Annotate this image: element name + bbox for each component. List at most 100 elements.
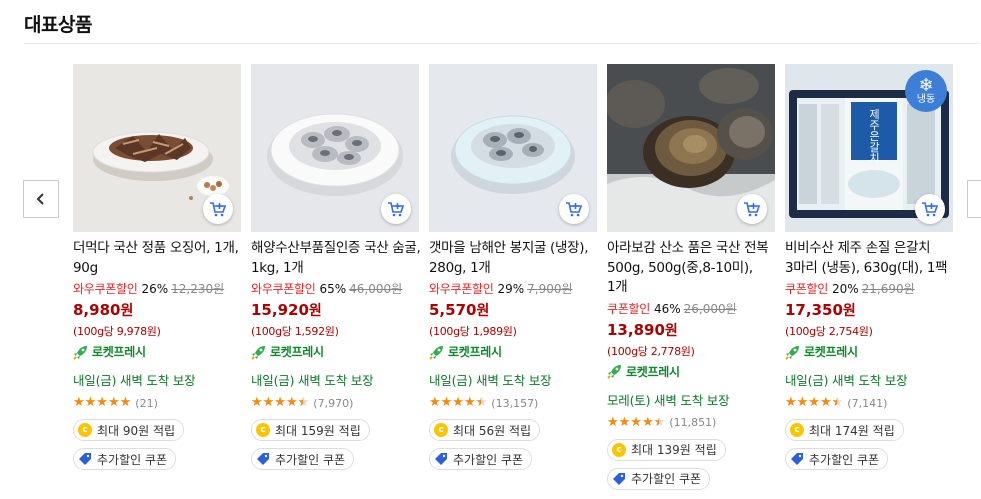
extra-coupon-button[interactable]: 추가할인 쿠폰 xyxy=(251,448,355,470)
discount-rate: 46% xyxy=(653,301,681,316)
extra-coupon-label: 추가할인 쿠폰 xyxy=(453,452,524,467)
product-card[interactable]: 더먹다 국산 정품 오징어, 1개, 90g 와우쿠폰할인 26% 12,230… xyxy=(73,64,243,470)
sale-price-row: 17,350원 xyxy=(785,300,955,320)
add-to-cart-button[interactable] xyxy=(559,194,589,224)
product-image[interactable] xyxy=(251,64,419,232)
extra-coupon-button[interactable]: 추가할인 쿠폰 xyxy=(785,448,889,470)
cart-plus-icon xyxy=(566,202,583,217)
rocket-icon xyxy=(785,345,799,360)
frozen-badge: ❄ 냉동 xyxy=(905,70,947,112)
unit-price: (100g당 2,778원) xyxy=(607,344,695,358)
rocket-icon xyxy=(73,345,87,360)
rocket-label: 로켓프레시 xyxy=(626,364,680,379)
section-divider xyxy=(24,43,979,44)
rocket-label: 로켓프레시 xyxy=(92,345,146,359)
rating-row: ★★★★★ ★★★★★ (13,157) xyxy=(429,396,599,410)
discount-rate: 26% xyxy=(141,282,169,296)
product-name[interactable]: 해양수산부품질인증 국산 숨굴, 1kg, 1개 xyxy=(251,239,421,278)
rocket-icon xyxy=(607,365,621,379)
sale-price: 5,570 xyxy=(429,301,477,319)
points-badge[interactable]: c 최대 174원 적립 xyxy=(785,419,904,441)
product-name[interactable]: 갯마을 남해안 봉지굴 (냉장), 280g, 1개 xyxy=(429,239,599,278)
coupon-tag-icon xyxy=(612,472,626,486)
product-card[interactable]: 해양수산부품질인증 국산 숨굴, 1kg, 1개 와우쿠폰할인 65% 46,0… xyxy=(251,64,421,470)
product-card[interactable]: 갯마을 남해안 봉지굴 (냉장), 280g, 1개 와우쿠폰할인 29% 7,… xyxy=(429,64,599,470)
section-title: 대표상품 xyxy=(24,14,92,36)
extra-coupon-button[interactable]: 추가할인 쿠폰 xyxy=(607,467,711,490)
currency-unit: 원 xyxy=(476,303,490,319)
coupon-label: 쿠폰할인 xyxy=(607,301,650,316)
currency-unit: 원 xyxy=(664,322,678,339)
carousel-next-button[interactable] xyxy=(967,180,981,218)
original-price: 46,000원 xyxy=(349,282,403,296)
review-count: (13,157) xyxy=(491,396,539,410)
star-rating: ★★★★★ ★★★★★ xyxy=(73,395,132,410)
rocket-label: 로켓프레시 xyxy=(448,345,502,359)
product-card[interactable]: 아라보감 산소 품은 국산 전복 500g, 500g(중,8-10미), 1개… xyxy=(607,64,777,490)
currency-unit: 원 xyxy=(308,303,322,319)
rocket-icon xyxy=(251,345,265,360)
delivery-promise: 내일(금) 새벽 도착 보장 xyxy=(73,373,196,388)
star-rating: ★★★★★ ★★★★★ xyxy=(607,414,666,430)
rocket-fresh-badge: 로켓프레시 xyxy=(785,343,955,360)
star-rating: ★★★★★ ★★★★★ xyxy=(429,395,488,410)
delivery-promise: 내일(금) 새벽 도착 보장 xyxy=(429,373,552,388)
product-image[interactable] xyxy=(73,64,241,232)
product-image[interactable] xyxy=(607,64,775,232)
review-count: (11,851) xyxy=(669,416,717,429)
original-price: 7,900원 xyxy=(527,282,573,296)
add-to-cart-button[interactable] xyxy=(381,194,411,224)
discount-rate: 29% xyxy=(497,282,525,296)
review-count: (7,970) xyxy=(313,396,354,410)
product-name[interactable]: 아라보감 산소 품은 국산 전복 500g, 500g(중,8-10미), 1개 xyxy=(607,239,777,298)
review-count: (7,141) xyxy=(847,396,888,410)
carousel-prev-button[interactable] xyxy=(23,180,59,218)
rating-row: ★★★★★ ★★★★★ (7,141) xyxy=(785,396,955,410)
coupon-label: 와우쿠폰할인 xyxy=(429,282,494,296)
product-name[interactable]: 비비수산 제주 손질 은갈치 3마리 (냉동), 630g(대), 1팩 xyxy=(785,239,955,278)
points-badge[interactable]: c 최대 159원 적립 xyxy=(251,419,370,441)
extra-coupon-label: 추가할인 쿠폰 xyxy=(97,452,168,467)
add-to-cart-button[interactable] xyxy=(915,194,945,224)
currency-unit: 원 xyxy=(120,303,134,319)
product-card[interactable]: 제주은갈치 ❄ 냉동 비비수산 제주 손질 은갈치 3마리 (냉동), 630g… xyxy=(785,64,955,470)
points-label: 최대 90원 적립 xyxy=(97,423,176,438)
rocket-label: 로켓프레시 xyxy=(804,345,858,359)
rocket-fresh-badge: 로켓프레시 xyxy=(251,343,421,360)
extra-coupon-label: 추가할인 쿠폰 xyxy=(275,452,346,467)
cart-plus-icon xyxy=(210,202,227,217)
sale-price-row: 5,570원 xyxy=(429,300,599,320)
rocket-icon xyxy=(429,345,443,360)
discount-row: 쿠폰할인 20% 21,690원 xyxy=(785,280,955,297)
product-image[interactable]: 제주은갈치 ❄ 냉동 xyxy=(785,64,953,232)
product-image[interactable] xyxy=(429,64,597,232)
add-to-cart-button[interactable] xyxy=(737,194,767,224)
points-badge[interactable]: c 최대 90원 적립 xyxy=(73,419,185,441)
rocket-label: 로켓프레시 xyxy=(270,345,324,359)
coupon-tag-icon xyxy=(790,452,804,466)
sale-price-row: 15,920원 xyxy=(251,300,421,320)
star-rating: ★★★★★ ★★★★★ xyxy=(785,395,844,410)
extra-coupon-button[interactable]: 추가할인 쿠폰 xyxy=(73,448,177,470)
add-to-cart-button[interactable] xyxy=(203,194,233,224)
product-name[interactable]: 더먹다 국산 정품 오징어, 1개, 90g xyxy=(73,239,243,278)
sale-price: 15,920 xyxy=(251,301,309,319)
extra-coupon-button[interactable]: 추가할인 쿠폰 xyxy=(429,448,533,470)
unit-price: (100g당 2,754원) xyxy=(785,325,873,338)
points-badge[interactable]: c 최대 139원 적립 xyxy=(607,438,726,461)
coin-icon: c xyxy=(612,442,626,457)
chevron-left-icon xyxy=(36,193,44,205)
unit-price: (100g당 1,989원) xyxy=(429,325,517,338)
coupon-label: 와우쿠폰할인 xyxy=(73,282,138,296)
rocket-fresh-badge: 로켓프레시 xyxy=(607,363,777,380)
original-price: 12,230원 xyxy=(171,282,225,296)
points-label: 최대 174원 적립 xyxy=(809,423,895,438)
points-badge[interactable]: c 최대 56원 적립 xyxy=(429,419,541,441)
sale-price-row: 8,980원 xyxy=(73,300,243,320)
rating-row: ★★★★★ ★★★★★ (11,851) xyxy=(607,414,777,430)
discount-row: 와우쿠폰할인 29% 7,900원 xyxy=(429,280,599,297)
frozen-label: 냉동 xyxy=(916,94,936,105)
delivery-promise: 내일(금) 새벽 도착 보장 xyxy=(251,373,374,388)
discount-row: 쿠폰할인 46% 26,000원 xyxy=(607,300,777,317)
package-text: 제주은갈치 xyxy=(868,108,881,163)
